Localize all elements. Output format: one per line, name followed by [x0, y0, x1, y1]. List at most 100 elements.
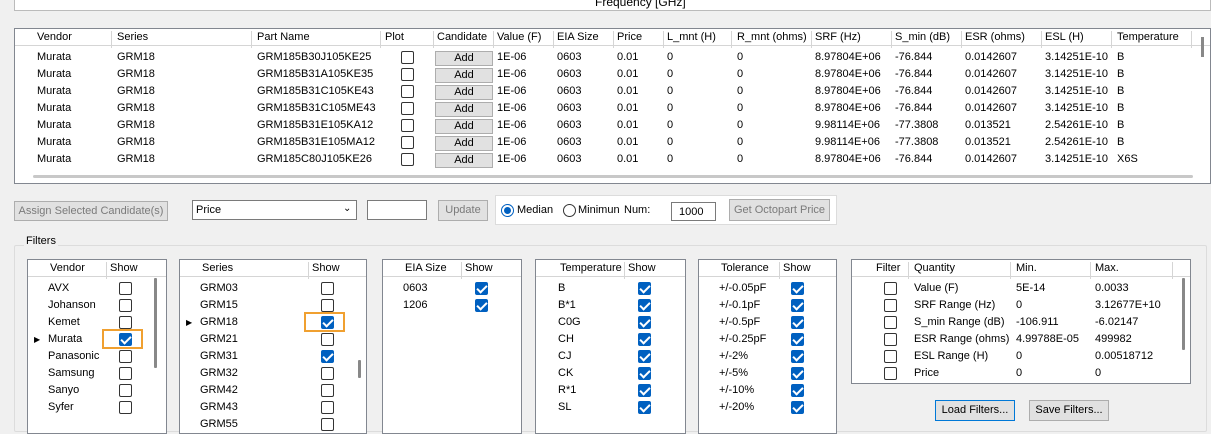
add-candidate-button[interactable]: Add — [435, 68, 493, 83]
eia-header-label[interactable]: EIA Size — [405, 262, 447, 274]
load-filters-button[interactable]: Load Filters... — [935, 400, 1015, 421]
grid-header-0[interactable]: Vendor — [37, 31, 72, 43]
parts-grid[interactable]: Vendor Series Part Name Plot Candidate Value … — [14, 28, 1211, 184]
quantity-min[interactable]: 4.99788E-05 — [1016, 333, 1079, 345]
series-header-show[interactable]: Show — [312, 262, 340, 274]
quantity-filter-checkbox[interactable] — [884, 299, 897, 312]
plot-checkbox[interactable] — [401, 85, 414, 98]
quantity-header-max[interactable]: Max. — [1095, 262, 1119, 274]
temperature-show-checkbox[interactable] — [638, 316, 651, 329]
temperature-show-checkbox[interactable] — [638, 401, 651, 414]
list-item[interactable]: Panasonic — [28, 348, 166, 365]
table-row[interactable]: Murata GRM18 GRM185B31C105KE43 1E-06 0603 0.0… — [15, 83, 1195, 100]
eia-show-checkbox[interactable] — [475, 299, 488, 312]
list-item[interactable]: +/-0.05pF — [699, 280, 836, 297]
plot-checkbox[interactable] — [401, 119, 414, 132]
grid-header-9[interactable]: R_mnt (ohms) — [737, 31, 807, 43]
grid-header-10[interactable]: SRF (Hz) — [815, 31, 861, 43]
add-candidate-button[interactable]: Add — [435, 85, 493, 100]
list-item[interactable]: S_min Range (dB) -106.911 -6.02147 — [852, 314, 1190, 331]
series-show-checkbox[interactable] — [321, 299, 334, 312]
add-candidate-button[interactable]: Add — [435, 51, 493, 66]
grid-header-14[interactable]: Temperature — [1117, 31, 1179, 43]
quantity-header-filter[interactable]: Filter — [876, 262, 900, 274]
list-item[interactable]: GRM31 — [180, 348, 366, 365]
quantity-min[interactable]: 0 — [1016, 367, 1022, 379]
grid-vertical-scrollbar[interactable] — [1201, 37, 1204, 57]
num-input[interactable]: 1000 — [671, 202, 716, 221]
table-row[interactable]: Murata GRM18 GRM185B31C105ME43 1E-06 0603 0.0… — [15, 100, 1195, 117]
vendor-show-checkbox[interactable] — [119, 401, 132, 414]
minimum-radio[interactable] — [563, 204, 576, 217]
eia-header-show[interactable]: Show — [465, 262, 493, 274]
median-radio[interactable] — [501, 204, 514, 217]
table-row[interactable]: Murata GRM18 GRM185B31A105KE35 1E-06 0603 0.0… — [15, 66, 1195, 83]
list-item[interactable]: CH — [536, 331, 685, 348]
plot-checkbox[interactable] — [401, 51, 414, 64]
add-candidate-button[interactable]: Add — [435, 102, 493, 117]
sort-dropdown[interactable]: Price ⌄ — [192, 200, 357, 220]
list-item[interactable]: GRM55 — [180, 416, 366, 433]
list-item[interactable]: Murata ▶ — [28, 329, 166, 349]
list-item[interactable]: ESR Range (ohms) 4.99788E-05 499982 — [852, 331, 1190, 348]
list-item[interactable]: B — [536, 280, 685, 297]
get-octopart-price-button[interactable]: Get Octopart Price — [729, 199, 830, 221]
list-item[interactable]: +/-0.1pF — [699, 297, 836, 314]
list-item[interactable]: AVX — [28, 280, 166, 297]
grid-header-5[interactable]: Value (F) — [497, 31, 541, 43]
list-item[interactable]: GRM03 — [180, 280, 366, 297]
list-item[interactable]: ESL Range (H) 0 0.00518712 — [852, 348, 1190, 365]
quantity-filter-checkbox[interactable] — [884, 350, 897, 363]
assign-candidates-button[interactable]: Assign Selected Candidate(s) — [14, 201, 168, 221]
quantity-max[interactable]: 3.12677E+10 — [1095, 299, 1161, 311]
grid-header-3[interactable]: Plot — [385, 31, 404, 43]
eia-size-filter[interactable]: EIA Size Show 0603 1206 — [382, 259, 522, 434]
quantity-max[interactable]: 0 — [1095, 367, 1101, 379]
temperature-header-label[interactable]: Temperature — [560, 262, 622, 274]
add-candidate-button[interactable]: Add — [435, 119, 493, 134]
grid-header-2[interactable]: Part Name — [257, 31, 310, 43]
vendor-filter[interactable]: Vendor Show AVX Johanson Kemet Murata ▶ Panason… — [27, 259, 167, 434]
series-show-checkbox[interactable] — [321, 333, 334, 346]
list-item[interactable]: GRM32 — [180, 365, 366, 382]
temperature-show-checkbox[interactable] — [638, 367, 651, 380]
vendor-show-checkbox[interactable] — [119, 282, 132, 295]
tolerance-show-checkbox[interactable] — [791, 384, 804, 397]
plot-checkbox[interactable] — [401, 68, 414, 81]
series-show-checkbox[interactable] — [321, 401, 334, 414]
plot-checkbox[interactable] — [401, 153, 414, 166]
series-show-checkbox[interactable] — [321, 282, 334, 295]
vendor-show-checkbox[interactable] — [119, 299, 132, 312]
vendor-show-checkbox[interactable] — [119, 316, 132, 329]
quantity-max[interactable]: 0.00518712 — [1095, 350, 1153, 362]
quantity-filter-checkbox[interactable] — [884, 367, 897, 380]
vendor-show-checkbox[interactable] — [119, 367, 132, 380]
grid-header-8[interactable]: L_mnt (H) — [667, 31, 716, 43]
list-item[interactable]: SRF Range (Hz) 0 3.12677E+10 — [852, 297, 1190, 314]
grid-header-1[interactable]: Series — [117, 31, 148, 43]
quantity-max[interactable]: 0.0033 — [1095, 282, 1129, 294]
plot-checkbox[interactable] — [401, 136, 414, 149]
quantity-max[interactable]: 499982 — [1095, 333, 1132, 345]
grid-header-13[interactable]: ESL (H) — [1045, 31, 1084, 43]
tolerance-show-checkbox[interactable] — [791, 350, 804, 363]
list-item[interactable]: C0G — [536, 314, 685, 331]
grid-header-12[interactable]: ESR (ohms) — [965, 31, 1025, 43]
tolerance-show-checkbox[interactable] — [791, 367, 804, 380]
quantity-filter[interactable]: Filter Quantity Min. Max. Value (F) 5E-14 0.00… — [851, 259, 1191, 384]
quantity-min[interactable]: 0 — [1016, 350, 1022, 362]
list-item[interactable]: GRM43 — [180, 399, 366, 416]
temperature-show-checkbox[interactable] — [638, 333, 651, 346]
list-item[interactable]: +/-0.5pF — [699, 314, 836, 331]
quantity-min[interactable]: 5E-14 — [1016, 282, 1045, 294]
list-item[interactable]: GRM21 — [180, 331, 366, 348]
add-candidate-button[interactable]: Add — [435, 136, 493, 151]
series-filter[interactable]: Series Show GRM03 GRM15 GRM18 ▶ GRM21 GRM31 GRM3… — [179, 259, 367, 434]
list-item[interactable]: GRM18 ▶ — [180, 312, 366, 332]
quantity-header-min[interactable]: Min. — [1016, 262, 1037, 274]
quantity-min[interactable]: -106.911 — [1016, 316, 1059, 328]
grid-horizontal-scrollbar[interactable] — [33, 175, 1193, 178]
list-item[interactable]: R*1 — [536, 382, 685, 399]
list-item[interactable]: Value (F) 5E-14 0.0033 — [852, 280, 1190, 297]
tolerance-show-checkbox[interactable] — [791, 401, 804, 414]
